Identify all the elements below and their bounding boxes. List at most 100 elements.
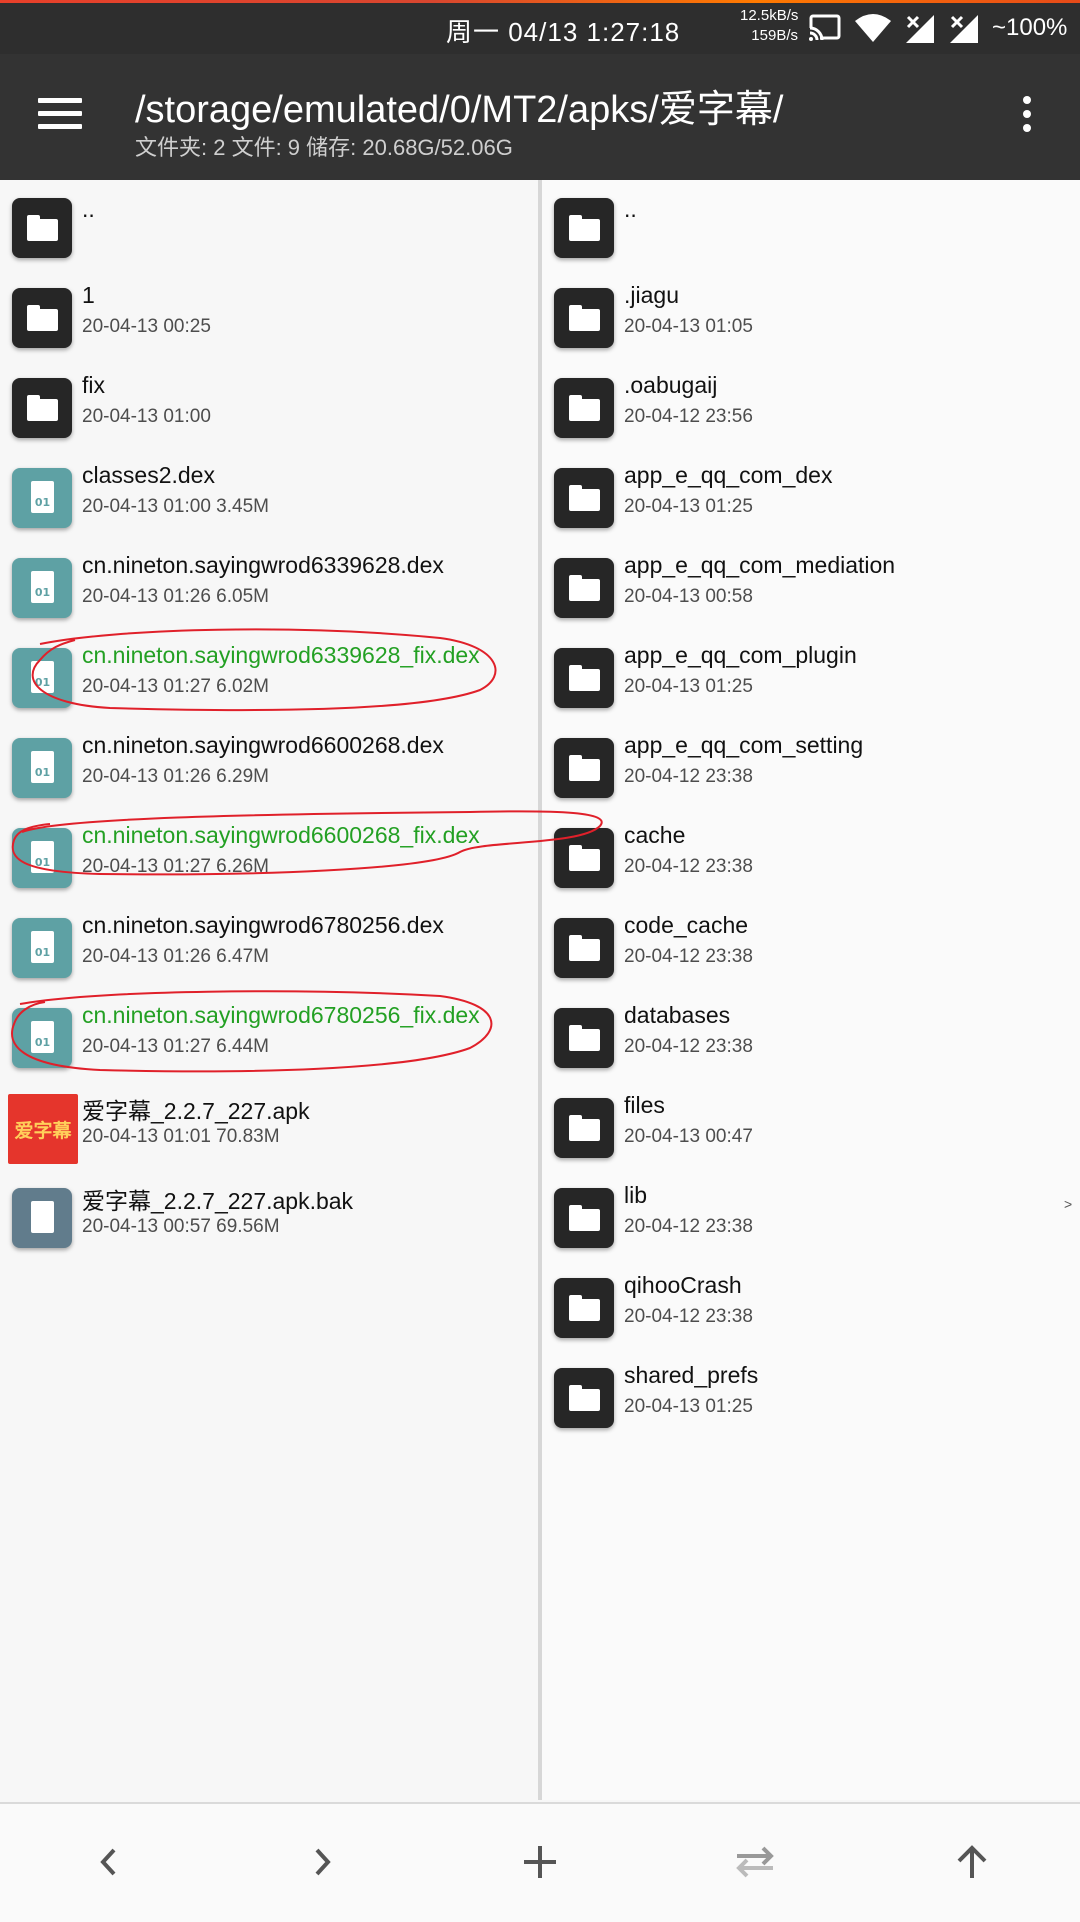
left-file-pane[interactable]: .. 1 20-04-13 00:25 fix 20-04-13 01:00 0… (0, 180, 538, 1800)
file-name: .oabugaij (624, 372, 718, 398)
file-name: app_e_qq_com_setting (624, 732, 864, 758)
file-meta: 20-04-13 00:58 (624, 586, 753, 607)
list-item[interactable]: databases 20-04-12 23:38 (542, 998, 1080, 1088)
list-item[interactable]: code_cache 20-04-12 23:38 (542, 908, 1080, 998)
app-icon: 爱字幕 (8, 1094, 78, 1164)
file-name: cn.nineton.sayingwrod6600268.dex (82, 732, 444, 758)
file-meta: 20-04-12 23:38 (624, 946, 753, 967)
list-item[interactable]: .oabugaij 20-04-12 23:56 (542, 368, 1080, 458)
file-meta: 20-04-13 01:25 (624, 676, 753, 697)
file-meta: 20-04-13 01:26 6.47M (82, 946, 269, 967)
speed-up: 12.5kB/s (740, 7, 799, 24)
chevron-right-icon (315, 1848, 331, 1876)
list-item[interactable]: files 20-04-13 00:47 (542, 1088, 1080, 1178)
file-name: cn.nineton.sayingwrod6600268_fix.dex (82, 822, 480, 848)
file-name: cn.nineton.sayingwrod6339628.dex (82, 552, 444, 578)
go-up-button[interactable] (937, 1832, 1007, 1892)
list-item[interactable]: 01 cn.nineton.sayingwrod6600268.dex 20-0… (0, 728, 538, 818)
list-item[interactable]: app_e_qq_com_dex 20-04-13 01:25 (542, 458, 1080, 548)
list-item[interactable]: 01 cn.nineton.sayingwrod6780256.dex 20-0… (0, 908, 538, 998)
back-button[interactable] (73, 1832, 143, 1892)
list-item[interactable]: fix 20-04-13 01:00 (0, 368, 538, 458)
folder-icon (554, 1368, 614, 1428)
add-button[interactable] (505, 1832, 575, 1892)
file-name: shared_prefs (624, 1362, 759, 1388)
file-meta: 20-04-13 00:57 69.56M (82, 1216, 280, 1237)
arrow-up-icon (957, 1845, 987, 1878)
dex-file-icon: 01 (12, 738, 72, 798)
dex-file-icon: 01 (12, 648, 72, 708)
file-name: .. (624, 196, 637, 222)
folder-icon (12, 198, 72, 258)
right-file-pane[interactable]: .. .jiagu 20-04-13 01:05 .oabugaij 20-04… (542, 180, 1080, 1800)
file-name: code_cache (624, 912, 749, 938)
folder-icon (554, 1098, 614, 1158)
list-item-highlighted[interactable]: 01 cn.nineton.sayingwrod6339628_fix.dex … (0, 638, 538, 728)
menu-button[interactable] (38, 98, 84, 134)
folder-icon (554, 738, 614, 798)
file-name: qihooCrash (624, 1272, 742, 1298)
list-item[interactable]: app_e_qq_com_plugin 20-04-13 01:25 (542, 638, 1080, 728)
list-item[interactable]: 爱字幕 爱字幕_2.2.7_227.apk 20-04-13 01:01 70.… (0, 1088, 538, 1178)
swap-panes-button[interactable] (720, 1832, 790, 1892)
file-name: app_e_qq_com_mediation (624, 552, 896, 578)
list-item[interactable]: shared_prefs 20-04-13 01:25 (542, 1358, 1080, 1448)
file-name: .. (82, 196, 95, 222)
list-item[interactable]: cache 20-04-12 23:38 (542, 818, 1080, 908)
file-name: fix (82, 372, 105, 398)
file-name: databases (624, 1002, 731, 1028)
menu-icon (38, 98, 82, 103)
cast-icon (808, 14, 841, 42)
list-item[interactable]: .jiagu 20-04-13 01:05 (542, 278, 1080, 368)
dex-file-icon: 01 (12, 558, 72, 618)
file-name: cn.nineton.sayingwrod6780256.dex (82, 912, 444, 938)
file-meta: 20-04-13 01:00 (82, 406, 211, 427)
list-item[interactable]: qihooCrash 20-04-12 23:38 (542, 1268, 1080, 1358)
file-meta: 20-04-12 23:56 (624, 406, 753, 427)
file-name: 爱字幕_2.2.7_227.apk (82, 1098, 310, 1124)
file-meta: 20-04-12 23:38 (624, 1036, 753, 1057)
file-meta: 20-04-13 01:00 3.45M (82, 496, 269, 517)
file-name: files (624, 1092, 665, 1118)
network-speed: 12.5kB/s 159B/s (740, 6, 798, 46)
forward-button[interactable] (288, 1832, 358, 1892)
list-item[interactable]: app_e_qq_com_setting 20-04-12 23:38 (542, 728, 1080, 818)
file-name: .jiagu (624, 282, 679, 308)
list-item-parent-dir[interactable]: .. (0, 188, 538, 278)
speed-down: 159B/s (751, 27, 798, 44)
file-meta: 20-04-13 01:27 6.26M (82, 856, 269, 877)
list-item[interactable]: 01 classes2.dex 20-04-13 01:00 3.45M (0, 458, 538, 548)
folder-icon (554, 288, 614, 348)
dex-file-icon: 01 (12, 828, 72, 888)
folder-icon (554, 378, 614, 438)
swap-icon (736, 1846, 774, 1878)
file-meta: 20-04-13 00:47 (624, 1126, 753, 1147)
list-item-highlighted[interactable]: 01 cn.nineton.sayingwrod6780256_fix.dex … (0, 998, 538, 1088)
file-name: lib (624, 1182, 648, 1208)
list-item[interactable]: 01 cn.nineton.sayingwrod6339628.dex 20-0… (0, 548, 538, 638)
folder-icon (12, 378, 72, 438)
file-meta: 20-04-12 23:38 (624, 766, 753, 787)
list-item[interactable]: lib 20-04-12 23:38 (542, 1178, 1080, 1268)
folder-icon (554, 1188, 614, 1248)
file-meta: 20-04-13 01:27 6.44M (82, 1036, 269, 1057)
list-item-parent-dir[interactable]: .. (542, 188, 1080, 278)
file-meta: 20-04-12 23:38 (624, 1306, 753, 1327)
folder-icon (554, 558, 614, 618)
chevron-left-icon (100, 1848, 116, 1876)
folder-icon (554, 198, 614, 258)
file-meta: 20-04-13 01:25 (624, 1396, 753, 1417)
folder-icon (554, 648, 614, 708)
file-meta: 20-04-13 01:27 6.02M (82, 676, 269, 697)
file-meta: 20-04-13 01:05 (624, 316, 753, 337)
overflow-menu-button[interactable] (1016, 96, 1038, 142)
list-item[interactable]: 爱字幕_2.2.7_227.apk.bak 20-04-13 00:57 69.… (0, 1178, 538, 1268)
list-item[interactable]: 1 20-04-13 00:25 (0, 278, 538, 368)
file-name: 爱字幕_2.2.7_227.apk.bak (82, 1188, 354, 1214)
file-meta: 20-04-13 01:25 (624, 496, 753, 517)
list-item-highlighted[interactable]: 01 cn.nineton.sayingwrod6600268_fix.dex … (0, 818, 538, 908)
file-name: classes2.dex (82, 462, 215, 488)
file-name: app_e_qq_com_plugin (624, 642, 857, 668)
storage-summary: 文件夹: 2 文件: 9 储存: 20.68G/52.06G (135, 135, 513, 160)
list-item[interactable]: app_e_qq_com_mediation 20-04-13 00:58 (542, 548, 1080, 638)
